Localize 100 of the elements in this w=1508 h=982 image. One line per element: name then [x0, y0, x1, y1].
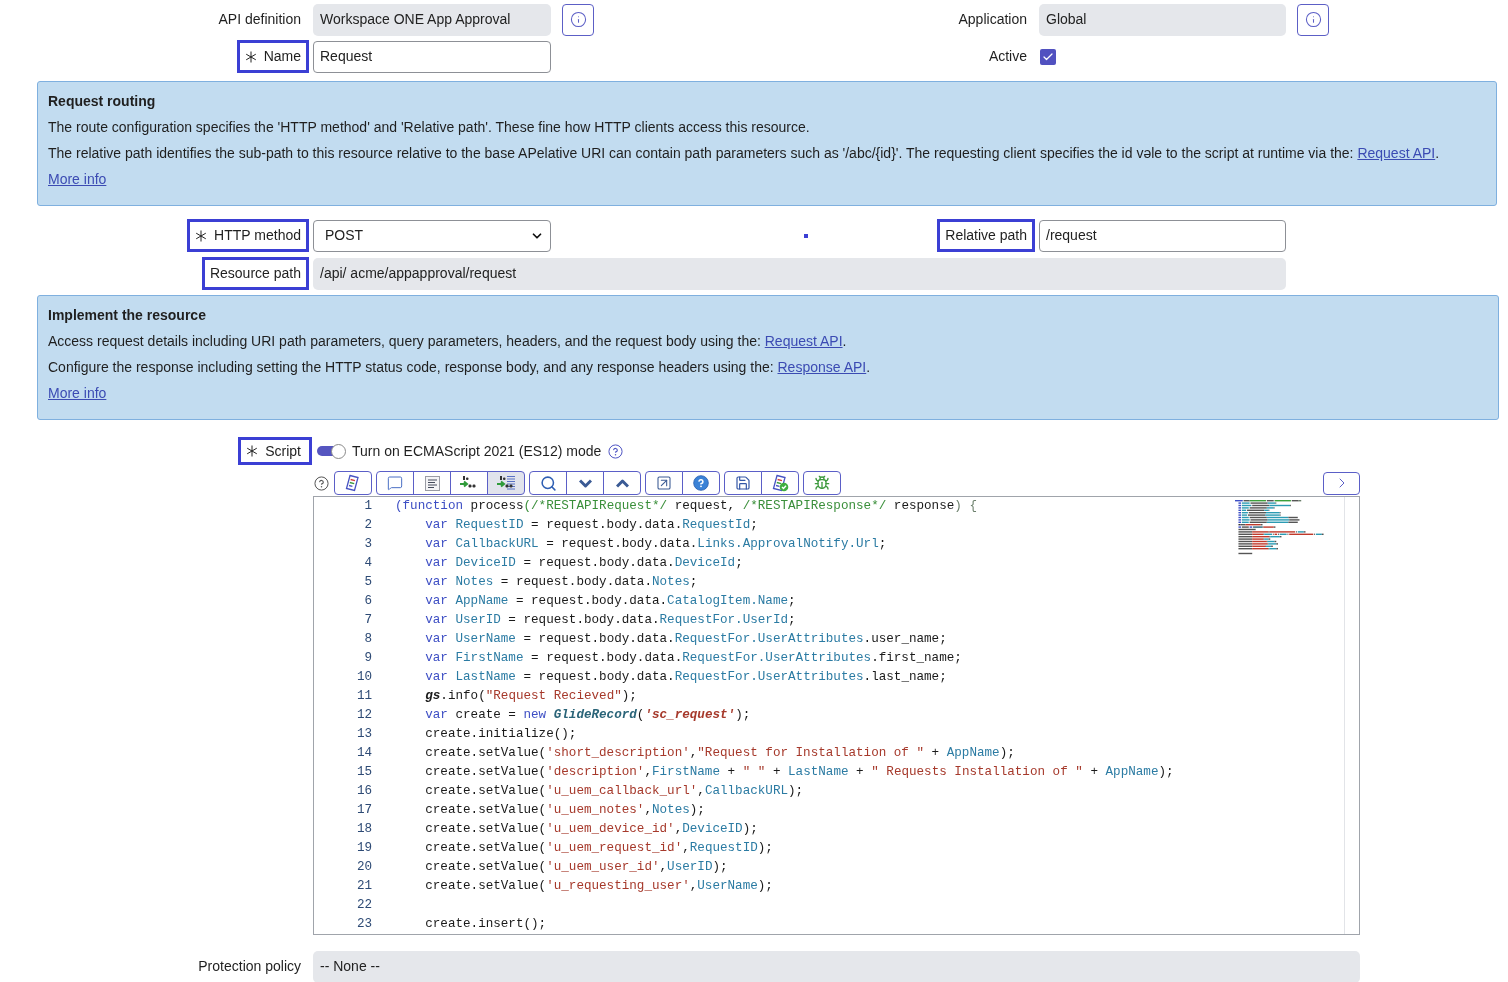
text-lines-icon [424, 475, 440, 491]
line-number: 18 [356, 821, 372, 838]
info-icon [1304, 11, 1322, 28]
toolbar-button[interactable] [450, 471, 488, 495]
code-line: create.initialize(); [424, 727, 577, 741]
section-title: Request routing [48, 92, 157, 111]
speech-bubble-icon [387, 475, 403, 491]
toolbar-button[interactable] [413, 471, 451, 495]
line-number: 8 [364, 631, 372, 648]
code-line: create.setValue('u_uem_callback_url',CallbackURL); [424, 784, 804, 798]
code-line: create.setValue('description',FirstName + " " + LastName + " Requests Installation of " + AppName); [424, 765, 1174, 779]
field-label: Active [988, 47, 1027, 66]
toolbar-button[interactable] [645, 471, 683, 495]
field-label: Resource path [209, 264, 301, 283]
line-number: 16 [356, 783, 372, 800]
code-line: create.insert(); [424, 917, 547, 931]
toolbar-button[interactable] [724, 471, 762, 495]
line-number: 13 [356, 726, 372, 743]
code-line: create.setValue('u_uem_user_id',UserID); [424, 860, 728, 874]
line-number: 12 [356, 707, 372, 724]
toolbar-button[interactable] [803, 471, 841, 495]
code-line: var create = new GlideRecord('sc_request'); [424, 708, 751, 722]
code-line: var AppName = request.body.data.CatalogItem.Name; [424, 594, 796, 608]
api-link[interactable]: Request API [764, 333, 843, 349]
code-line: create.setValue('u_uem_request_id',RequestID); [424, 841, 773, 855]
field-label: Script [265, 441, 301, 461]
info-text: The relative path identifies the sub-path to this resource relative to the base APelative URI can contain path parameters such as '/abc/{id}'. The requesting client specifies the id vəle to the script at runtime via the: Request API. [48, 144, 1441, 163]
text-swap-lines-icon [496, 475, 516, 491]
save-icon [735, 475, 751, 491]
code-line: create.setValue('short_description',"Request for Installation of " + AppName); [424, 746, 1015, 760]
api-link[interactable]: Request API [1357, 145, 1436, 161]
code-line: var LastName = request.body.data.RequestFor.UserAttributes.last_name; [424, 670, 947, 684]
toolbar-button[interactable] [487, 471, 525, 495]
bug-icon [814, 475, 830, 491]
toolbar-button[interactable] [682, 471, 720, 495]
line-number: 7 [364, 612, 372, 629]
info-text: The route configuration specifies the 'HTTP method' and 'Relative path'. These fine how HTTP clients access this resource. [48, 118, 811, 137]
line-number: 6 [364, 593, 372, 610]
section-title: Implement the resource [48, 306, 207, 325]
info-text: Access request details including URI path parameters, query parameters, headers, and the request body using the: Request API. [48, 332, 848, 351]
line-number: 5 [364, 574, 372, 591]
help-icon [608, 443, 624, 459]
line-number: 1 [364, 498, 372, 515]
toggle-label: Turn on ECMAScript 2021 (ES12) mode [352, 441, 602, 461]
toolbar-button[interactable] [566, 471, 604, 495]
toolbar-button[interactable] [761, 471, 799, 495]
toolbar-button[interactable] [376, 471, 414, 495]
code-line: gs.info("Request Recieved"); [424, 689, 637, 703]
line-number: 10 [356, 669, 372, 686]
field-label: Name [263, 47, 301, 66]
pop-out-icon [656, 475, 672, 491]
line-number: 9 [364, 650, 372, 667]
toolbar-button[interactable] [529, 471, 567, 495]
more-info-link[interactable]: More info [48, 171, 107, 187]
field-label: Application [958, 10, 1027, 29]
code-line: var CallbackURL = request.body.data.Links.ApprovalNotify.Url; [424, 537, 887, 551]
line-number: 3 [364, 536, 372, 553]
search-icon [539, 474, 557, 492]
line-number: 21 [356, 878, 372, 895]
api-link[interactable]: Response API [777, 359, 867, 375]
help-icon [314, 475, 329, 491]
text-field[interactable]: Request [313, 40, 551, 73]
checkbox[interactable] [1040, 48, 1056, 65]
readonly-field: -- None -- [313, 950, 1360, 982]
code-line: create.setValue('u_uem_notes',Notes); [424, 803, 705, 817]
help-icon [693, 475, 709, 491]
toggle-switch[interactable] [317, 443, 346, 459]
code-line: var DeviceID = request.body.data.DeviceId; [424, 556, 743, 570]
info-text: Configure the response including setting the HTTP status code, response body, and any response headers using the: Response API. [48, 358, 872, 377]
text-field[interactable]: /request [1039, 219, 1286, 252]
line-number: 22 [356, 897, 372, 914]
toolbar-button[interactable] [334, 471, 372, 495]
chevron-up-icon [615, 478, 629, 488]
info-button[interactable] [562, 3, 594, 36]
line-number: 20 [356, 859, 372, 876]
more-info-link[interactable]: More info [48, 385, 107, 401]
code-line: var UserName = request.body.data.RequestFor.UserAttributes.user_name; [424, 632, 947, 646]
code-line: create.setValue('u_uem_device_id',DeviceID); [424, 822, 758, 836]
chevron-down-icon [578, 478, 592, 488]
code-line: var FirstName = request.body.data.RequestFor.UserAttributes.first_name; [424, 651, 962, 665]
scroll-check-icon [771, 474, 789, 492]
scroll-icon [344, 474, 362, 492]
code-line: var Notes = request.body.data.Notes; [424, 575, 698, 589]
code-line: (function process(/*RESTAPIRequest*/ request, /*RESTAPIResponse*/ response) { [395, 499, 977, 513]
code-line: var RequestID = request.body.data.RequestId; [424, 518, 758, 532]
field-label: Relative path [945, 226, 1027, 245]
select-field[interactable]: POST [313, 219, 551, 252]
toolbar-button[interactable] [1323, 471, 1360, 495]
readonly-field: Global [1039, 3, 1286, 36]
field-label: API definition [218, 10, 301, 29]
toolbar-button[interactable] [603, 471, 641, 495]
line-number: 23 [356, 916, 372, 933]
info-button[interactable] [1297, 3, 1329, 36]
square-marker-icon [804, 233, 808, 238]
line-number: 4 [364, 555, 372, 572]
line-number: 19 [356, 840, 372, 857]
readonly-field: /api/ acme/appapproval/request [313, 257, 1286, 290]
line-number: 14 [356, 745, 372, 762]
readonly-field: Workspace ONE App Approval [313, 3, 551, 36]
code-line: var UserID = request.body.data.RequestFor.UserId; [424, 613, 796, 627]
